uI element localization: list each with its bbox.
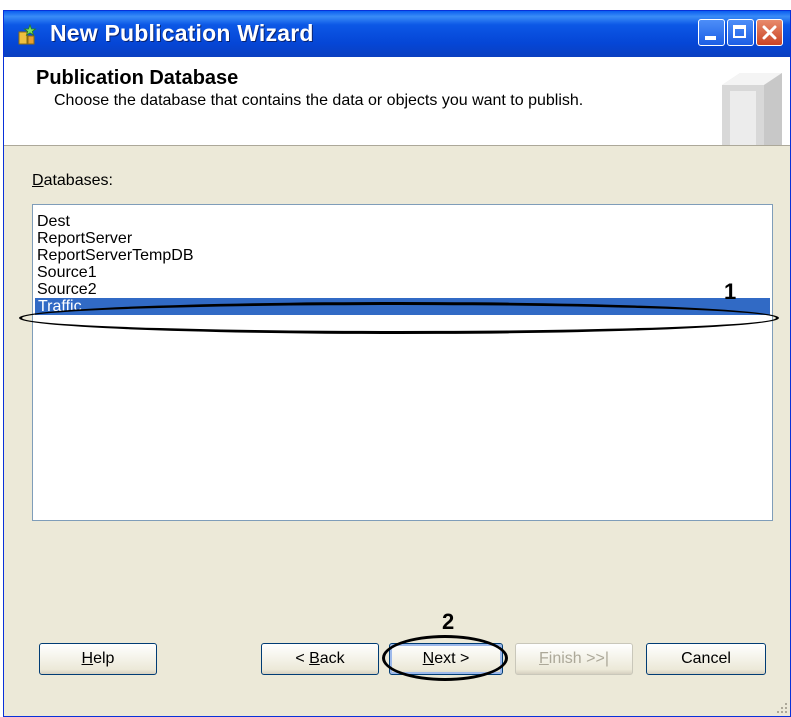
annotation-ellipse-2 (382, 635, 508, 681)
list-item-source2[interactable]: Source2 (37, 281, 97, 298)
wizard-header: Publication Database Choose the database… (4, 57, 790, 146)
back-prefix: < (295, 650, 310, 667)
help-mnemonic: H (81, 650, 94, 667)
minimize-button[interactable] (698, 19, 725, 46)
finish-mnemonic: F (539, 650, 549, 667)
close-button[interactable] (756, 19, 783, 46)
wizard-header-icon (722, 73, 782, 145)
minimize-icon (705, 36, 716, 40)
title-bar[interactable]: New Publication Wizard (4, 11, 790, 57)
page-subtitle: Choose the database that contains the da… (54, 92, 584, 109)
annotation-number-1: 1 (724, 279, 737, 304)
databases-label: Databases: (32, 172, 113, 190)
wizard-window: New Publication Wizard Publication Datab… (3, 10, 791, 717)
wizard-app-icon (18, 23, 37, 45)
finish-button[interactable]: Finish >>| (515, 643, 633, 675)
list-item-reportserver[interactable]: ReportServer (37, 230, 132, 247)
maximize-icon (733, 25, 746, 38)
databases-listbox[interactable]: Dest ReportServer ReportServerTempDB Sou… (32, 204, 773, 521)
help-button[interactable]: Help (39, 643, 157, 675)
window-title: New Publication Wizard (50, 20, 314, 46)
databases-label-text: atabases: (43, 172, 113, 189)
resize-grip-icon[interactable] (774, 700, 788, 714)
back-label: ack (319, 650, 345, 667)
close-icon (762, 25, 777, 40)
finish-label: inish >>| (548, 650, 609, 667)
annotation-number-2: 2 (442, 609, 455, 634)
list-item-source1[interactable]: Source1 (37, 264, 97, 281)
top-strip (0, 0, 791, 10)
help-label: elp (93, 650, 115, 667)
page-title: Publication Database (36, 67, 239, 89)
back-button[interactable]: < Back (261, 643, 379, 675)
annotation-ellipse-1 (19, 302, 779, 334)
list-item-reportservertempdb[interactable]: ReportServerTempDB (37, 247, 194, 264)
maximize-button[interactable] (727, 19, 754, 46)
databases-label-mnemonic: D (32, 172, 44, 189)
cancel-button[interactable]: Cancel (646, 643, 766, 675)
list-item-dest[interactable]: Dest (37, 213, 70, 230)
back-mnemonic: B (309, 650, 320, 667)
